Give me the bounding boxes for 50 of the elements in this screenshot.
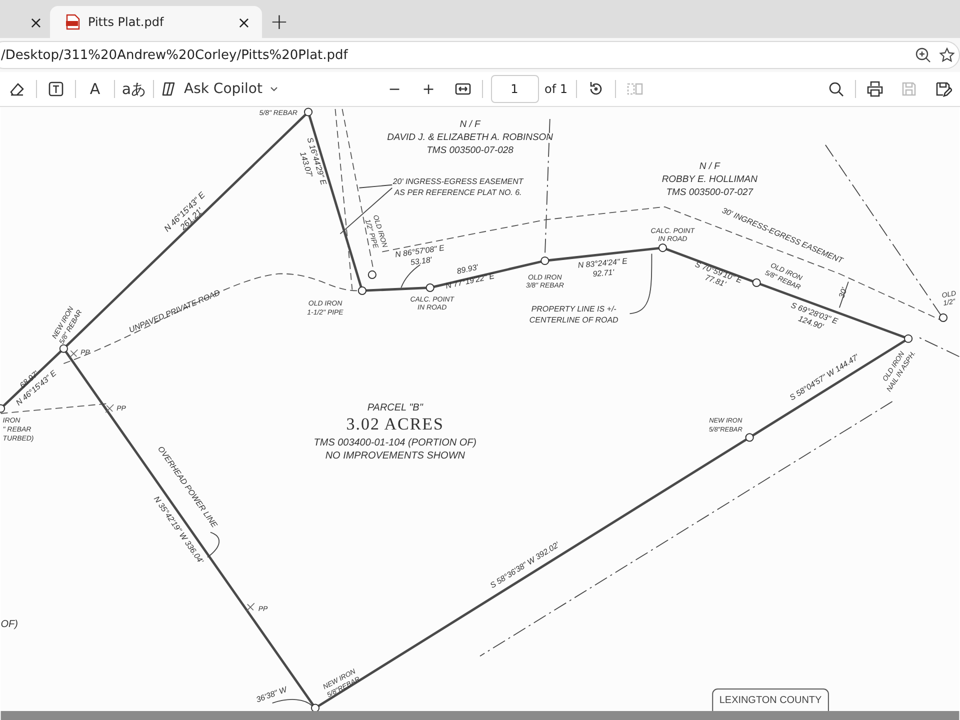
- tab-title: Pitts Plat.pdf: [88, 15, 165, 29]
- pdf-file-icon: [66, 14, 80, 30]
- plat-label: N / F DAVID J. & ELIZABETH A. ROBINSON TMS 003500-07-028: [387, 118, 553, 156]
- print-icon: [866, 80, 884, 98]
- plat-label: 20' INGRESS-EGRESS EASEMENT AS PER REFERENCE PLAT NO. 6.: [392, 176, 524, 197]
- iron-pin-marker: [368, 270, 376, 280]
- star-icon[interactable]: [939, 47, 955, 63]
- iron-pin-marker: [752, 278, 761, 287]
- plat-label: PROPERTY LINE IS +/- CENTERLINE OF ROAD: [529, 304, 618, 325]
- power-pole-icon: [246, 602, 255, 612]
- address-bar[interactable]: /Desktop/311%20Andrew%20Corley/Pitts%20Plat.pdf: [0, 41, 960, 69]
- save-icon: [900, 80, 918, 98]
- leader-line: [400, 264, 421, 288]
- save-as-icon: [934, 80, 952, 98]
- text-box-icon: [47, 80, 65, 98]
- stamp-text: LEXINGTON COUNTY: [719, 695, 822, 706]
- page-number-field[interactable]: 1: [490, 75, 538, 103]
- dimension-line: [838, 281, 849, 308]
- plat-label: N / F ROBBY E. HOLLIMAN TMS 003500-07-027: [662, 160, 758, 198]
- url-text: /Desktop/311%20Andrew%20Corley/Pitts%20Plat.pdf: [1, 48, 350, 62]
- leader-line: [629, 253, 652, 314]
- search-icon: [827, 80, 845, 98]
- iron-pin-marker: [540, 256, 550, 266]
- browser-tab[interactable]: ×: [0, 6, 50, 38]
- caret-icon: [268, 84, 278, 94]
- iron-pin-marker: [658, 243, 667, 252]
- close-tab-button[interactable]: ×: [236, 12, 252, 32]
- property-line: [916, 336, 960, 358]
- ask-copilot-button[interactable]: Ask Copilot: [156, 74, 282, 104]
- iron-pin-marker: [0, 404, 6, 413]
- iron-pin-marker: [904, 334, 913, 343]
- zoom-out-button[interactable]: −: [378, 74, 412, 104]
- leader-line: [207, 532, 220, 558]
- close-tab-button[interactable]: ×: [28, 12, 44, 32]
- translate-button[interactable]: aあ: [117, 74, 151, 104]
- iron-pin-marker: [358, 286, 366, 295]
- plat-label: PARCEL "B" 3.02 ACRES TMS 003400-01-104 (PORTION OF) NO IMPROVEMENTS SHOWN: [314, 402, 476, 462]
- iron-pin-marker: [59, 344, 68, 353]
- zoom-icon[interactable]: [915, 47, 931, 63]
- zoom-in-button[interactable]: +: [412, 74, 446, 104]
- page-count: of 1: [544, 82, 568, 96]
- iron-pin-marker: [426, 283, 434, 292]
- iron-pin-marker: [745, 433, 754, 442]
- power-pole-icon: [69, 349, 78, 358]
- new-tab-button[interactable]: +: [270, 10, 288, 35]
- power-pole-icon: [105, 404, 114, 413]
- plat-label: OF): [0, 619, 18, 630]
- iron-pin-marker: [938, 313, 948, 322]
- read-aloud-button[interactable]: A: [78, 74, 112, 104]
- browser-tab[interactable]: Pitts Plat.pdf ×: [50, 6, 262, 38]
